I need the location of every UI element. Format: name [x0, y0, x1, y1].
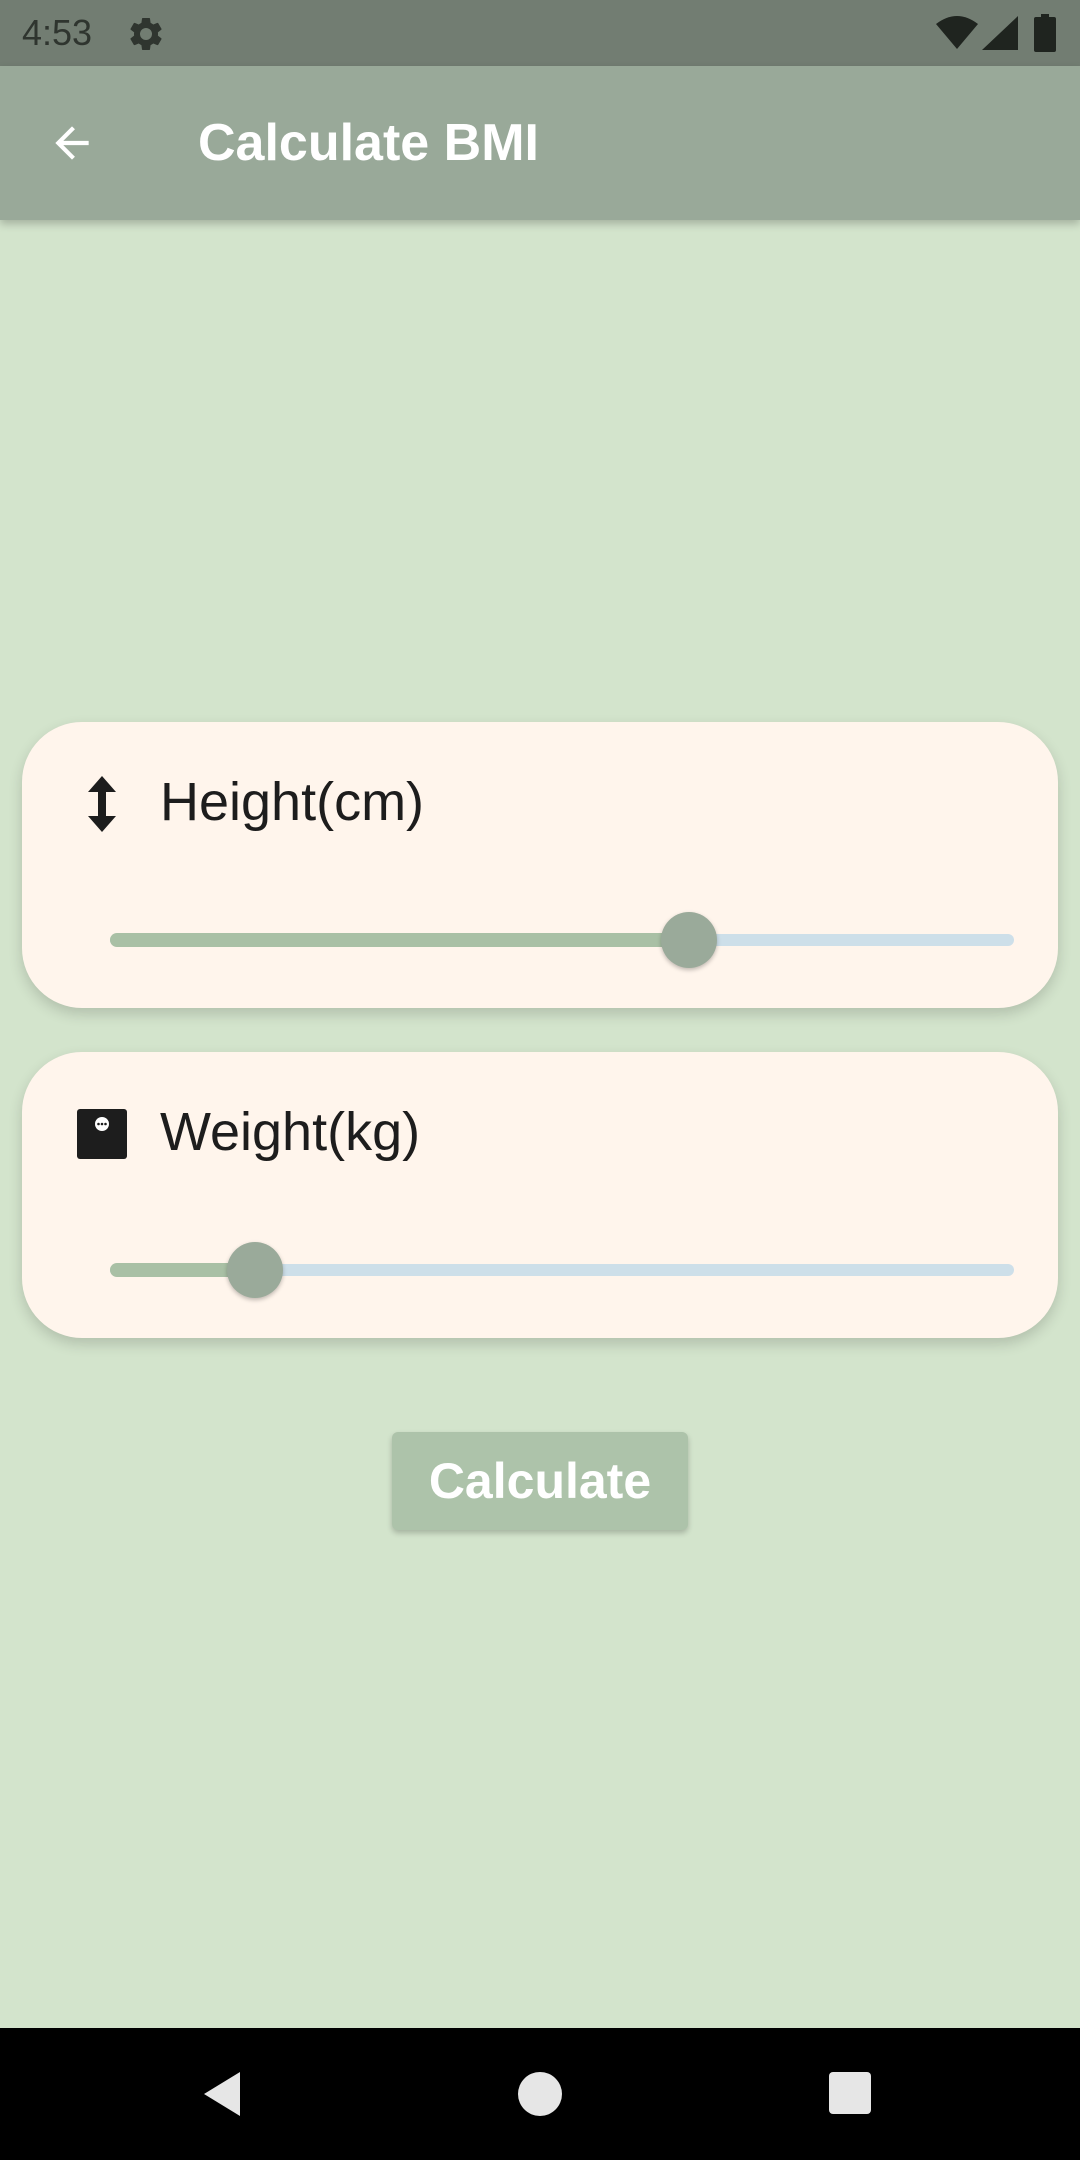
calculate-button[interactable]: Calculate [392, 1432, 688, 1530]
back-button[interactable] [40, 111, 104, 175]
nav-recents-icon[interactable] [829, 2072, 871, 2114]
page-title: Calculate BMI [198, 114, 539, 172]
wifi-icon [936, 16, 978, 49]
weight-card: Weight(kg) [22, 1052, 1058, 1338]
weight-label: Weight(kg) [160, 1102, 421, 1162]
height-slider-fill [110, 933, 689, 947]
height-label: Height(cm) [160, 772, 425, 832]
height-arrows-icon [74, 776, 130, 832]
gear-icon [130, 17, 162, 50]
signal-icon [982, 16, 1018, 50]
calculate-button-label: Calculate [428, 1453, 652, 1509]
nav-home-icon[interactable] [518, 2072, 562, 2116]
weight-slider-thumb[interactable] [226, 1242, 283, 1298]
weight-slider[interactable] [88, 1242, 1014, 1298]
app-bar: Calculate BMI [0, 66, 1080, 220]
status-bar: 4:53 [0, 0, 1080, 66]
height-slider[interactable] [88, 912, 1014, 968]
scale-icon [74, 1106, 130, 1162]
height-card: Height(cm) [22, 722, 1058, 1008]
status-time: 4:53 [22, 12, 93, 53]
nav-back-icon[interactable] [200, 2070, 248, 2118]
arrow-back-icon [55, 126, 89, 160]
battery-icon [1034, 14, 1056, 52]
navigation-bar [0, 2028, 1080, 2160]
height-slider-thumb[interactable] [660, 912, 717, 968]
